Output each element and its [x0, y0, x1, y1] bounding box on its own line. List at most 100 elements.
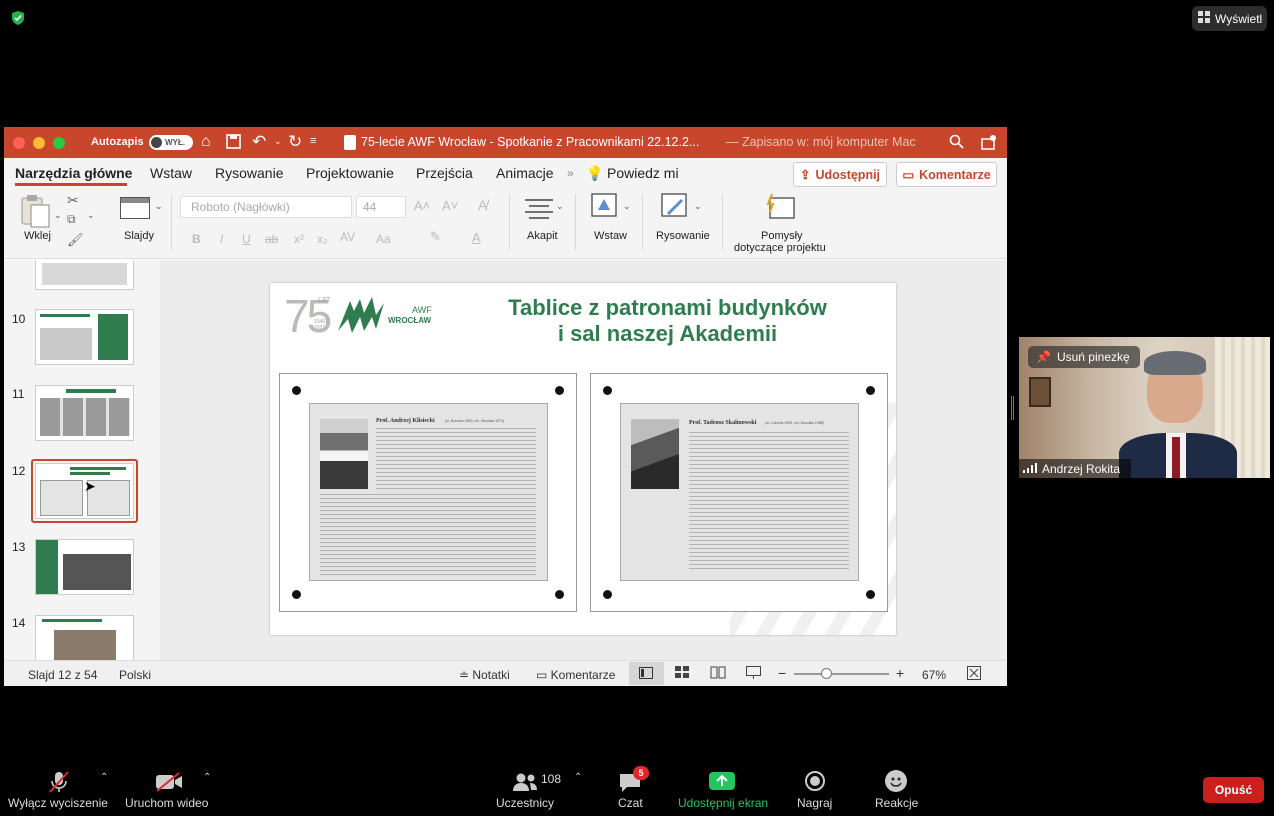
insert-shapes-icon[interactable]	[590, 192, 620, 227]
video-options-chevron-icon[interactable]: ⌃	[203, 772, 211, 783]
tab-animations[interactable]: Animacje	[496, 165, 554, 181]
slide-thumbnail[interactable]	[35, 615, 134, 660]
slide-editing-canvas[interactable]: 75 LAT 1946 / 2021 AWF WROCŁAW Tablice z…	[160, 260, 1007, 660]
customize-toolbar-icon[interactable]: ≡	[310, 135, 316, 147]
view-button[interactable]: Wyświetl	[1192, 6, 1267, 31]
zoom-in-icon[interactable]: +	[896, 665, 904, 681]
normal-view-button[interactable]	[629, 662, 664, 685]
highlight-icon[interactable]: ✎	[430, 229, 441, 245]
redo-icon[interactable]: ↻	[288, 132, 302, 152]
paragraph-icon[interactable]	[525, 198, 553, 225]
subscript-icon[interactable]: x₂	[317, 232, 328, 246]
slide-sorter-icon[interactable]	[675, 666, 689, 682]
format-painter-icon[interactable]: 🖌	[67, 232, 84, 248]
more-tabs-icon[interactable]: »	[567, 166, 574, 180]
decrease-font-icon[interactable]: A˅	[442, 198, 458, 213]
save-location[interactable]: — Zapisano w: mój komputer Mac	[726, 135, 916, 149]
character-spacing-icon[interactable]: AV	[340, 230, 355, 244]
video-off-camera-icon[interactable]	[155, 772, 183, 797]
reactions-label[interactable]: Reakcje	[875, 796, 918, 810]
home-icon[interactable]: ⌂	[201, 133, 211, 151]
slide-thumbnail[interactable]	[35, 385, 134, 441]
reactions-emoji-icon[interactable]	[885, 770, 907, 792]
font-name-field[interactable]: Roboto (Nagłówki)	[180, 196, 352, 218]
plaque-board-right[interactable]: Prof. Tadeusz Skalmowski (ur. Lubomil 19…	[590, 373, 888, 612]
current-slide[interactable]: 75 LAT 1946 / 2021 AWF WROCŁAW Tablice z…	[270, 283, 896, 635]
leave-meeting-button[interactable]: Opuść	[1203, 777, 1264, 803]
slide-title[interactable]: Tablice z patronami budynków i sal nasze…	[470, 295, 865, 347]
drawing-icon[interactable]	[660, 192, 690, 227]
tab-draw[interactable]: Rysowanie	[215, 165, 283, 181]
zoom-out-icon[interactable]: −	[778, 665, 786, 681]
paste-label: Wklej	[24, 230, 51, 242]
tab-home[interactable]: Narzędzia główne	[15, 165, 132, 181]
unmute-label[interactable]: Wyłącz wyciszenie	[8, 796, 108, 810]
zoom-window-button[interactable]	[53, 137, 65, 149]
participants-chevron-icon[interactable]: ⌃	[574, 772, 582, 783]
slideshow-icon[interactable]	[746, 666, 761, 682]
chat-label[interactable]: Czat	[618, 796, 643, 810]
tell-me-search[interactable]: Powiedz mi	[607, 165, 679, 181]
copy-icon[interactable]: ⧉	[67, 212, 76, 227]
panel-resize-handle[interactable]	[1011, 396, 1014, 420]
share-screen-label[interactable]: Udostępnij ekran	[678, 796, 768, 810]
new-slide-icon[interactable]	[120, 197, 150, 219]
record-label[interactable]: Nagraj	[797, 796, 832, 810]
search-icon[interactable]	[949, 134, 964, 152]
participants-icon[interactable]	[512, 772, 538, 797]
reading-view-icon[interactable]	[710, 666, 726, 682]
paragraph-dropdown-icon[interactable]: ⌄	[556, 201, 564, 212]
minimize-window-button[interactable]	[33, 137, 45, 149]
save-icon[interactable]	[226, 134, 241, 152]
share-screen-icon[interactable]	[709, 772, 735, 790]
slide-thumbnail[interactable]	[35, 260, 134, 290]
increase-font-icon[interactable]: A˄	[414, 198, 430, 213]
zoom-level[interactable]: 67%	[922, 668, 946, 682]
font-color-icon[interactable]: A	[472, 230, 481, 245]
undo-dropdown-icon[interactable]: ⌄	[274, 136, 282, 147]
record-icon[interactable]	[805, 771, 825, 791]
insert-dropdown-icon[interactable]: ⌄	[623, 201, 631, 212]
tab-insert[interactable]: Wstaw	[150, 165, 192, 181]
strikethrough-icon[interactable]: ab	[265, 232, 278, 246]
slide-thumbnail[interactable]	[35, 309, 134, 365]
underline-icon[interactable]: U	[242, 232, 251, 246]
share-button[interactable]: ⇪ Udostępnij	[793, 162, 887, 187]
bold-icon[interactable]: B	[192, 232, 201, 246]
change-case-icon[interactable]: Aa	[376, 232, 391, 246]
ribbon-separator	[509, 194, 510, 250]
italic-icon[interactable]: I	[220, 232, 223, 246]
audio-options-chevron-icon[interactable]: ⌃	[100, 772, 108, 783]
share-people-icon[interactable]	[980, 133, 998, 154]
slides-dropdown-icon[interactable]: ⌄	[155, 201, 163, 212]
font-size-field[interactable]: 44	[356, 196, 406, 218]
security-shield-icon[interactable]	[10, 10, 26, 26]
notes-button[interactable]: ≐ Notatki	[459, 668, 510, 682]
unpin-button[interactable]: 📌 Usuń pinezkę	[1028, 346, 1140, 368]
close-window-button[interactable]	[13, 137, 25, 149]
clear-formatting-icon[interactable]: A̸	[478, 197, 487, 213]
paste-dropdown-icon[interactable]: ⌄	[54, 210, 62, 221]
undo-icon[interactable]: ↶	[252, 132, 266, 152]
autosave-toggle[interactable]: WYŁ.	[149, 135, 193, 150]
muted-microphone-icon[interactable]	[48, 770, 70, 799]
comments-status-button[interactable]: ▭ Komentarze	[536, 668, 615, 682]
drawing-dropdown-icon[interactable]: ⌄	[694, 201, 702, 212]
slide-thumbnail[interactable]	[35, 539, 134, 595]
tab-transitions[interactable]: Przejścia	[416, 165, 473, 181]
comments-button[interactable]: ▭ Komentarze	[896, 162, 997, 187]
participants-label[interactable]: Uczestnicy	[496, 796, 554, 810]
designer-ideas-icon[interactable]	[764, 192, 796, 227]
superscript-icon[interactable]: x²	[294, 232, 304, 246]
tab-design[interactable]: Projektowanie	[306, 165, 394, 181]
plaque-board-left[interactable]: Prof. Andrzej Klisiecki (ur. Brzesko 189…	[279, 373, 577, 612]
language-indicator[interactable]: Polski	[119, 668, 151, 682]
participant-video-tile[interactable]: 📌 Usuń pinezkę Andrzej Rokita	[1019, 337, 1270, 478]
copy-dropdown-icon[interactable]: ⌄	[87, 210, 95, 221]
zoom-slider[interactable]	[794, 673, 889, 675]
zoom-slider-thumb[interactable]	[821, 668, 832, 679]
start-video-label[interactable]: Uruchom wideo	[125, 796, 208, 810]
fit-to-window-icon[interactable]	[967, 666, 981, 683]
cut-icon[interactable]: ✂	[67, 192, 79, 209]
paste-icon[interactable]	[20, 193, 52, 229]
